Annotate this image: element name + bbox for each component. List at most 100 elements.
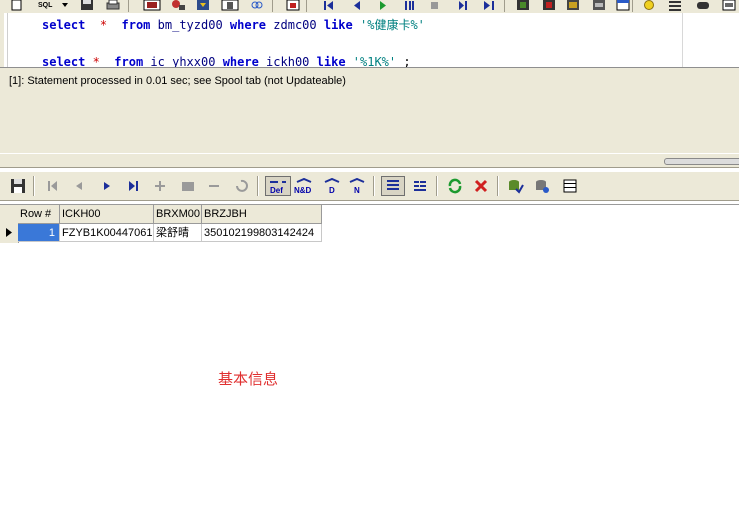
- undo-icon[interactable]: [232, 177, 250, 195]
- sql-operator: *: [99, 18, 108, 32]
- options-icon[interactable]: [592, 0, 606, 11]
- chevron-down-icon[interactable]: [60, 0, 70, 11]
- toolbar-separator: [373, 176, 375, 196]
- insert-record-icon[interactable]: [151, 177, 169, 195]
- grid-toolbar: Def N&D D N: [0, 172, 739, 201]
- annotation-label: 基本信息: [218, 371, 279, 388]
- sql-line-1[interactable]: select * from bm_tyzd00 where zdmc00 lik…: [42, 16, 425, 33]
- d-label: D: [329, 186, 335, 195]
- cell-row-num[interactable]: 1: [18, 224, 60, 242]
- next-record-icon[interactable]: [98, 177, 116, 195]
- sql-keyword: select: [42, 55, 86, 67]
- history-icon[interactable]: [286, 0, 300, 11]
- sql-terminator: ;: [403, 55, 411, 67]
- toolbar-separator: [128, 0, 129, 12]
- first-record-icon[interactable]: [322, 0, 336, 11]
- row-indicator-column: [0, 205, 19, 243]
- panel-splitter[interactable]: [0, 153, 739, 168]
- sql-keyword: from: [114, 55, 144, 67]
- record-view-icon[interactable]: [411, 177, 429, 195]
- column-header-row-num[interactable]: Row #: [18, 205, 60, 224]
- commit-icon[interactable]: [516, 0, 530, 11]
- rollback-icon[interactable]: [542, 0, 556, 11]
- save-icon[interactable]: [9, 177, 27, 195]
- duplicate-record-icon[interactable]: [179, 177, 197, 195]
- sql-keyword: from: [121, 18, 151, 32]
- grid-view-icon: [387, 180, 399, 190]
- execute-explain-icon[interactable]: [170, 0, 186, 11]
- last-record-icon[interactable]: [124, 177, 142, 195]
- sql-keyword: where: [222, 55, 259, 67]
- status-message: [1]: Statement processed in 0.01 sec; se…: [9, 75, 346, 87]
- sql-operator: *: [92, 55, 100, 67]
- stop-icon[interactable]: [428, 0, 442, 11]
- delete-record-icon[interactable]: [205, 177, 223, 195]
- toolbar-separator: [497, 176, 499, 196]
- column-header-brxm00[interactable]: BRXM00: [154, 205, 202, 224]
- print-icon[interactable]: [106, 0, 120, 11]
- column-header-brzjbh[interactable]: BRZJBH: [202, 205, 322, 224]
- load-icon[interactable]: [196, 0, 210, 11]
- last-record-icon[interactable]: [482, 0, 496, 11]
- save-icon[interactable]: [80, 0, 94, 11]
- new-file-icon[interactable]: [10, 0, 24, 11]
- import-icon[interactable]: [533, 177, 551, 195]
- cell-ickh00[interactable]: FZYB1K00447061: [60, 224, 154, 242]
- n-button[interactable]: N: [347, 177, 367, 195]
- n-label: N: [354, 186, 360, 195]
- def-label: Def: [270, 186, 283, 195]
- prior-record-icon[interactable]: [350, 0, 364, 11]
- clipboard-icon[interactable]: [220, 0, 240, 11]
- sql-icon[interactable]: SQL: [38, 0, 56, 11]
- lightbulb-icon[interactable]: [642, 0, 656, 11]
- toolbar-separator: [257, 176, 259, 196]
- sql-editor[interactable]: select * from bm_tyzd00 where zdmc00 lik…: [0, 13, 739, 67]
- toolbar-separator: [33, 176, 35, 196]
- sql-string: '%健康卡%': [360, 18, 425, 32]
- nd-button[interactable]: N&D: [294, 177, 314, 195]
- main-toolbar: SQL: [0, 0, 739, 14]
- grid-view-button[interactable]: [381, 176, 405, 196]
- toolbar-separator: [306, 0, 307, 12]
- editor-right-margin: [682, 13, 683, 67]
- sql-column: ickh00: [266, 55, 310, 67]
- toolbar-separator: [504, 0, 505, 12]
- run-icon[interactable]: [376, 0, 390, 11]
- sql-keyword: select: [42, 18, 86, 32]
- sql-table: bm_tyzd00: [157, 18, 223, 32]
- refresh-icon[interactable]: [446, 177, 464, 195]
- gamepad-icon[interactable]: [696, 0, 710, 11]
- sql-table: ic_yhxx00: [150, 55, 216, 67]
- toolbar-separator: [436, 176, 438, 196]
- print-grid-icon[interactable]: [561, 177, 579, 195]
- message-panel: [1]: Statement processed in 0.01 sec; se…: [0, 67, 739, 153]
- cell-brxm00[interactable]: 梁舒晴: [154, 224, 202, 242]
- results-grid[interactable]: Row # ICKH00 BRXM00 BRZJBH 1 FZYB1K00447…: [0, 204, 739, 520]
- pause-icon[interactable]: [402, 0, 416, 11]
- window-icon[interactable]: [616, 0, 630, 11]
- sql-keyword: where: [229, 18, 267, 32]
- current-row-icon: [6, 228, 12, 237]
- editor-gutter-line: [7, 13, 8, 67]
- explain-plan-icon[interactable]: [142, 0, 162, 11]
- prior-record-icon[interactable]: [70, 177, 88, 195]
- def-button[interactable]: Def: [265, 176, 291, 196]
- sql-keyword: like: [323, 18, 353, 32]
- sql-line-2[interactable]: select * from ic_yhxx00 where ickh00 lik…: [42, 55, 411, 67]
- column-header-ickh00[interactable]: ICKH00: [60, 205, 154, 224]
- settings-icon[interactable]: [722, 0, 736, 11]
- sql-keyword: like: [316, 55, 346, 67]
- sql-string: '%1K%': [352, 55, 397, 67]
- step-icon[interactable]: [456, 0, 470, 11]
- cell-brzjbh[interactable]: 350102199803142424: [202, 224, 322, 242]
- d-button[interactable]: D: [322, 177, 342, 195]
- export-icon[interactable]: [506, 177, 524, 195]
- first-record-icon[interactable]: [44, 177, 62, 195]
- nd-label: N&D: [294, 186, 312, 195]
- link-icon[interactable]: [250, 0, 264, 11]
- close-icon[interactable]: [472, 177, 490, 195]
- editor-gutter: [0, 13, 4, 67]
- transaction-icon[interactable]: [566, 0, 580, 11]
- list-view-icon[interactable]: [668, 0, 682, 11]
- horizontal-scroll-thumb[interactable]: [664, 158, 739, 165]
